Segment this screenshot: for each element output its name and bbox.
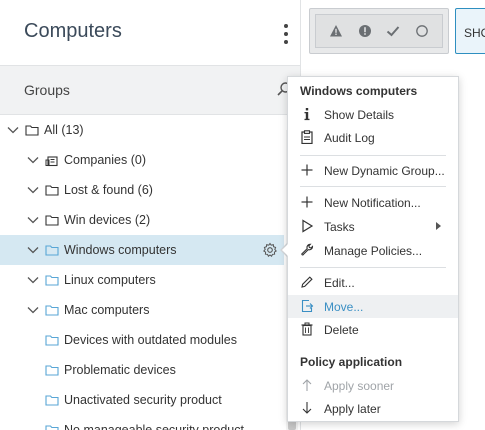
checkmark-icon[interactable] [386,24,400,38]
chevron-down-icon[interactable] [26,183,40,197]
tree-item-label: Lost & found (6) [64,183,153,197]
trash-icon [301,322,313,336]
menu-item-show-details[interactable]: Show Details [288,103,458,126]
show-button[interactable]: SHO [455,8,485,54]
menu-item-label: New Dynamic Group... [324,164,445,178]
critical-icon[interactable] [358,24,372,38]
chevron-down-icon[interactable] [26,303,40,317]
clipboard-icon [301,130,313,144]
warning-icon[interactable] [329,24,343,38]
pencil-icon [301,276,313,288]
menu-item-label: Apply later [324,402,381,416]
menu-item-label: Move... [324,300,364,314]
tree-item-label: Problematic devices [64,363,176,377]
menu-item-label: Show Details [324,108,395,122]
more-options-icon[interactable] [278,22,294,46]
submenu-arrow-icon [436,222,441,230]
menu-item-label: Delete [324,323,359,337]
menu-item-label: Apply sooner [324,379,395,393]
circle-icon[interactable] [415,24,429,38]
menu-item-manage-policies[interactable]: Manage Policies... [288,239,458,262]
menu-item-label: New Notification... [324,196,421,210]
page-title: Computers [24,20,122,42]
arrow-down-icon [302,402,312,414]
tree-item[interactable]: Linux computers [0,265,284,295]
groups-label: Groups [24,82,70,98]
wrench-icon [301,243,314,256]
menu-separator [300,267,446,268]
move-icon [301,299,314,313]
companies-icon [45,153,59,167]
folder-blue-icon [45,303,59,317]
tree-item-label: Unactivated security product [64,393,222,407]
panel-header: Computers [0,0,300,65]
tree-item-label: Windows computers [64,243,177,257]
folder-blue-icon [45,423,59,430]
chevron-down-icon[interactable] [26,213,40,227]
menu-separator [300,186,446,187]
chevron-down-icon[interactable] [26,243,40,257]
tree-item-label: All (13) [44,123,84,137]
arrow-up-icon [302,379,312,391]
tree-item[interactable]: Companies (0) [0,145,284,175]
folder-blue-icon [45,393,59,407]
folder-blue-icon [45,363,59,377]
tree-item-label: Mac computers [64,303,150,317]
chevron-down-icon[interactable] [6,123,20,137]
menu-item-label: Edit... [324,276,355,290]
tree-item[interactable]: Lost & found (6) [0,175,284,205]
menu-item-label: Audit Log [324,131,375,145]
plus-icon [301,196,313,208]
folder-blue-icon [45,333,59,347]
folder-blue-icon [45,243,59,257]
status-filter-toolbar [309,8,449,54]
tree-item[interactable]: Win devices (2) [0,205,284,235]
menu-section-title: Windows computers [300,84,418,98]
menu-separator [300,155,446,156]
tree-item-label: Win devices (2) [64,213,151,227]
tree-item-label: No manageable security product [64,423,244,430]
gear-icon[interactable] [262,242,278,258]
folder-outline-icon [45,183,59,197]
tree-item-label: Companies (0) [64,153,146,167]
groups-panel: Computers Groups All (13) Companies (0) Lo… [0,0,300,430]
menu-caret-fill [282,243,289,257]
menu-item-delete[interactable]: Delete [288,318,458,341]
folder-outline-icon [45,213,59,227]
tree-item[interactable]: Devices with outdated modules [0,325,284,355]
plus-icon [301,164,313,176]
menu-section-title: Policy application [300,355,403,369]
tree-item-label: Devices with outdated modules [64,333,238,347]
folder-outline-icon [25,123,39,137]
chevron-down-icon[interactable] [26,273,40,287]
tree-item[interactable]: Mac computers [0,295,284,325]
tree-item[interactable]: All (13) [0,115,284,145]
status-filter-group [315,14,443,48]
menu-item-edit[interactable]: Edit... [288,271,458,294]
info-icon [304,108,310,121]
chevron-down-icon[interactable] [26,153,40,167]
menu-item-audit-log[interactable]: Audit Log [288,126,458,149]
menu-item-tasks[interactable]: Tasks [288,215,458,238]
tree-item-label: Linux computers [64,273,156,287]
menu-item-label: Manage Policies... [324,244,423,258]
tree-item[interactable]: Windows computers [0,235,284,265]
groups-bar: Groups [0,65,300,115]
tree-item[interactable]: No manageable security product [0,415,284,430]
menu-item-label: Tasks [324,220,355,234]
folder-blue-icon [45,273,59,287]
tree-item[interactable]: Problematic devices [0,355,284,385]
menu-item-move[interactable]: Move... [288,295,458,318]
menu-item-apply-sooner: Apply sooner [288,374,458,397]
menu-item-apply-later[interactable]: Apply later [288,397,458,420]
play-icon [302,219,314,233]
menu-item-new-notification[interactable]: New Notification... [288,191,458,214]
context-menu: Windows computers Show Details Audit Log… [287,76,459,422]
tree-item[interactable]: Unactivated security product [0,385,284,415]
menu-item-new-dynamic-group[interactable]: New Dynamic Group... [288,159,458,182]
